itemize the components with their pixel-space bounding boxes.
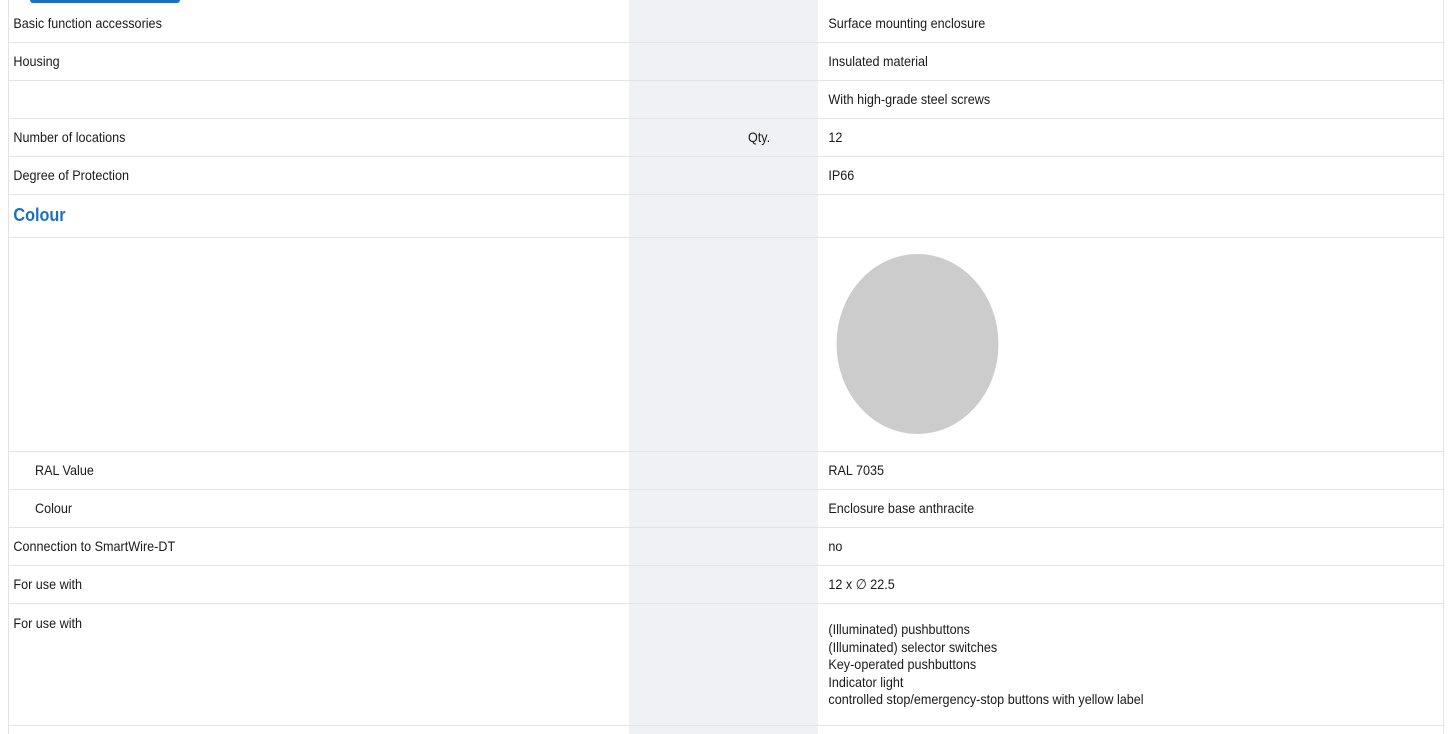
row-label: Degree of Protection [8, 156, 573, 195]
row-value: Surface mounting enclosure [823, 5, 1382, 43]
list-item: (Illuminated) selector switches [828, 638, 998, 655]
section-title: Colour [13, 205, 66, 225]
table-row: Number of locations Qty. 12 [8, 118, 1444, 157]
row-value: no [823, 527, 1382, 566]
row-label: For use with [8, 603, 573, 726]
row-value: 12 [823, 118, 1382, 157]
row-value: Insulated material [823, 42, 1382, 81]
row-unit: Qty. [748, 118, 816, 157]
swatch-row [8, 237, 1444, 452]
top-accent-strip [30, 0, 180, 3]
list-item: Indicator light [828, 673, 904, 690]
row-label: Connection to SmartWire-DT [8, 527, 573, 566]
row-label: RAL Value [8, 451, 573, 490]
list-item: (Illuminated) pushbuttons [828, 621, 970, 638]
section-header-row: Colour [8, 194, 1444, 238]
row-label: For use with [8, 565, 573, 604]
row-label: Housing [8, 42, 573, 81]
row-label: Basic function accessories [8, 5, 573, 43]
list-item: controlled stop/emergency-stop buttons w… [828, 691, 1144, 708]
table-row: Housing Insulated material [8, 42, 1444, 81]
row-label: Number of locations [8, 118, 573, 157]
table-row: Colour Enclosure base anthracite [8, 489, 1444, 528]
table-row: RAL Value RAL 7035 [8, 451, 1444, 490]
row-value: RAL 7035 [823, 451, 1382, 490]
table-row: Degree of Protection IP66 [8, 156, 1444, 195]
table-row: With high-grade steel screws [8, 80, 1444, 119]
spec-table: Basic function accessories Surface mount… [8, 5, 1444, 726]
row-value: With high-grade steel screws [823, 80, 1382, 119]
list-item: Key-operated pushbuttons [828, 656, 977, 673]
table-row: For use with 12 x ∅ 22.5 [8, 565, 1444, 604]
row-value: Enclosure base anthracite [823, 489, 1382, 528]
row-label: Colour [8, 489, 573, 528]
table-row: For use with (Illuminated) pushbuttons (… [8, 603, 1444, 726]
table-row: Basic function accessories Surface mount… [8, 5, 1444, 43]
use-with-list: (Illuminated) pushbuttons (Illuminated) … [823, 603, 1382, 726]
table-row: Connection to SmartWire-DT no [8, 527, 1444, 566]
row-value: IP66 [823, 156, 1382, 195]
row-label [8, 80, 573, 119]
row-value: 12 x ∅ 22.5 [823, 565, 1382, 604]
colour-swatch [836, 254, 999, 434]
